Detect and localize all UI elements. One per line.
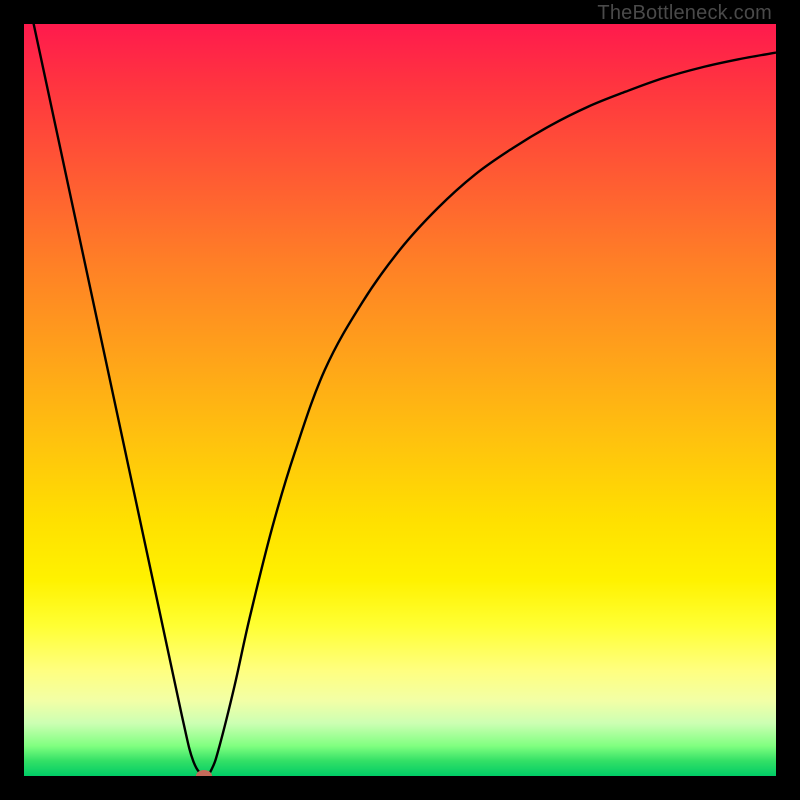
plot-area — [24, 24, 776, 776]
watermark-text: TheBottleneck.com — [597, 2, 772, 25]
chart-frame: TheBottleneck.com — [0, 0, 800, 800]
curve-path — [24, 24, 776, 776]
bottleneck-curve — [24, 24, 776, 776]
minimum-marker — [196, 770, 212, 776]
